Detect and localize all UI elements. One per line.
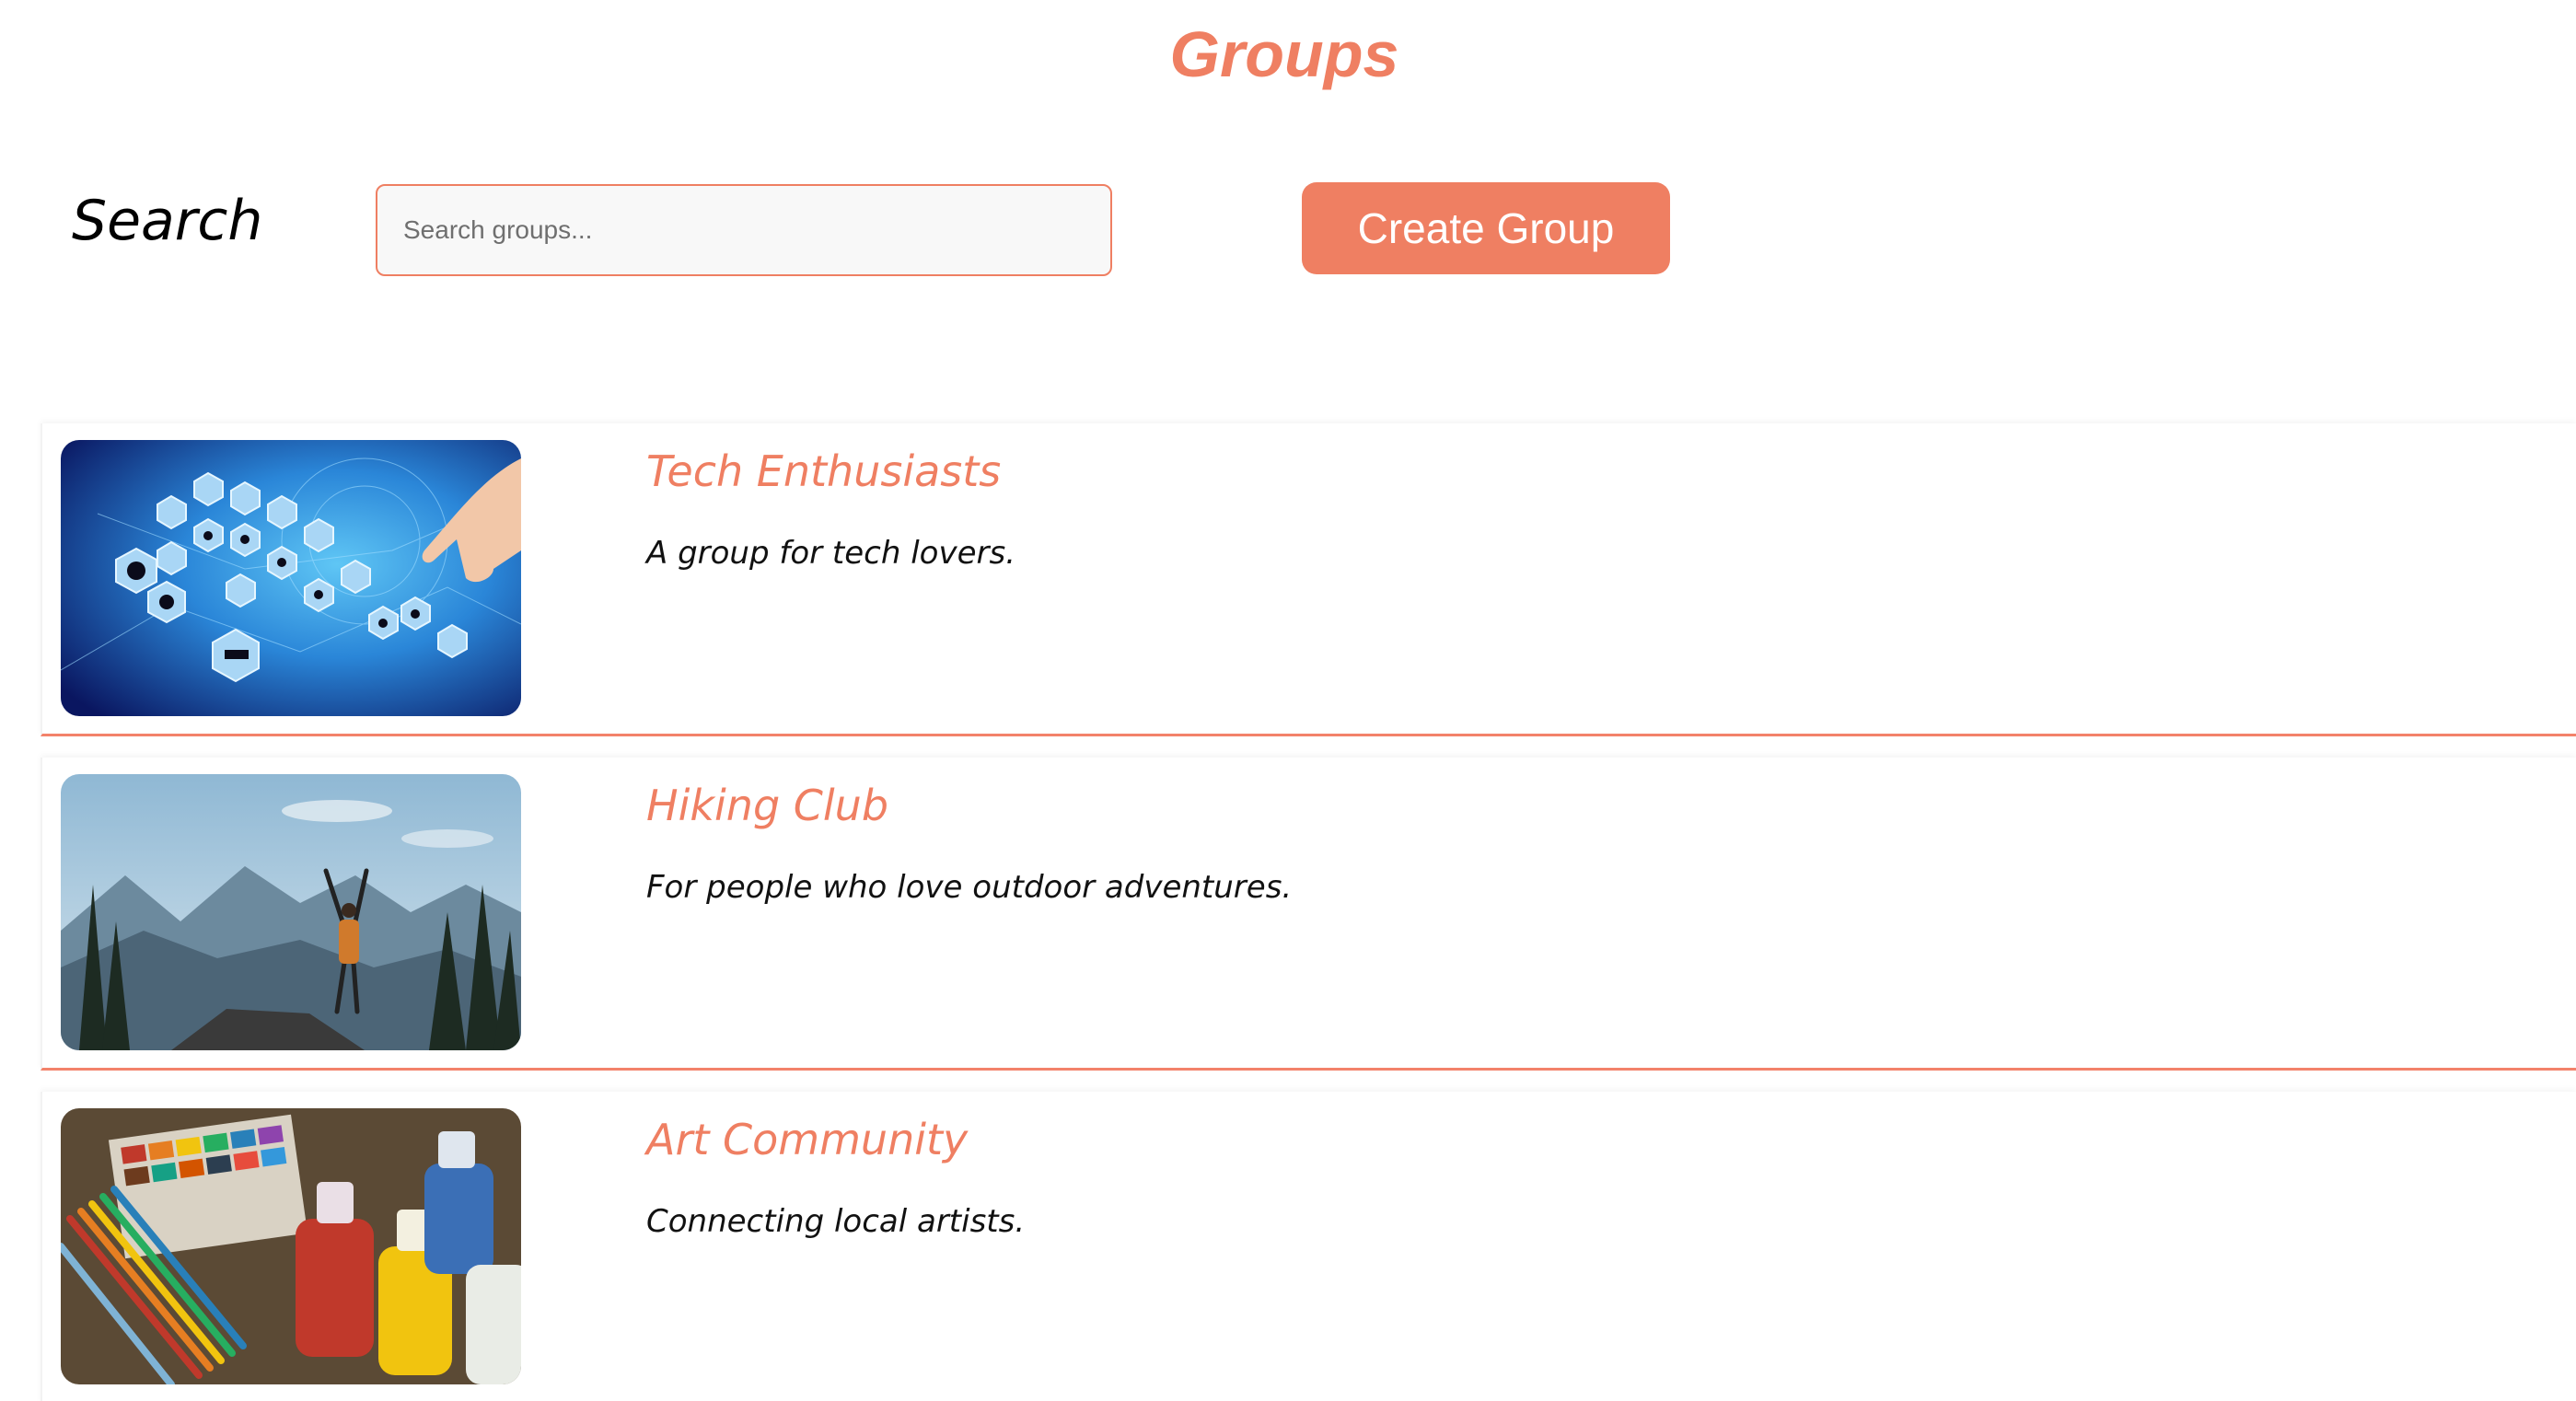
search-label: Search [72,189,263,253]
mountain-hiker-image [61,774,521,1050]
technology-hexagon-icons-image [61,440,521,716]
page-title: Groups [1169,18,1399,90]
group-list: Tech Enthusiasts A group for tech lovers… [41,423,2576,1401]
group-card-hiking-club[interactable]: Hiking Club For people who love outdoor … [41,758,2576,1071]
search-input[interactable] [376,184,1112,276]
group-description: For people who love outdoor adventures. [646,869,1293,906]
groups-page: Groups Search Create Group [0,0,2576,1401]
group-description: Connecting local artists. [646,1203,1026,1240]
group-name[interactable]: Art Community [646,1110,968,1169]
group-description: A group for tech lovers. [646,535,1016,572]
group-name[interactable]: Hiking Club [646,776,888,835]
group-card-art-community[interactable]: Art Community Connecting local artists. [41,1092,2576,1401]
group-name[interactable]: Tech Enthusiasts [646,442,1001,501]
paint-bottles-and-pencils-image [61,1108,521,1384]
create-group-button[interactable]: Create Group [1302,182,1670,274]
group-card-tech-enthusiasts[interactable]: Tech Enthusiasts A group for tech lovers… [41,423,2576,736]
